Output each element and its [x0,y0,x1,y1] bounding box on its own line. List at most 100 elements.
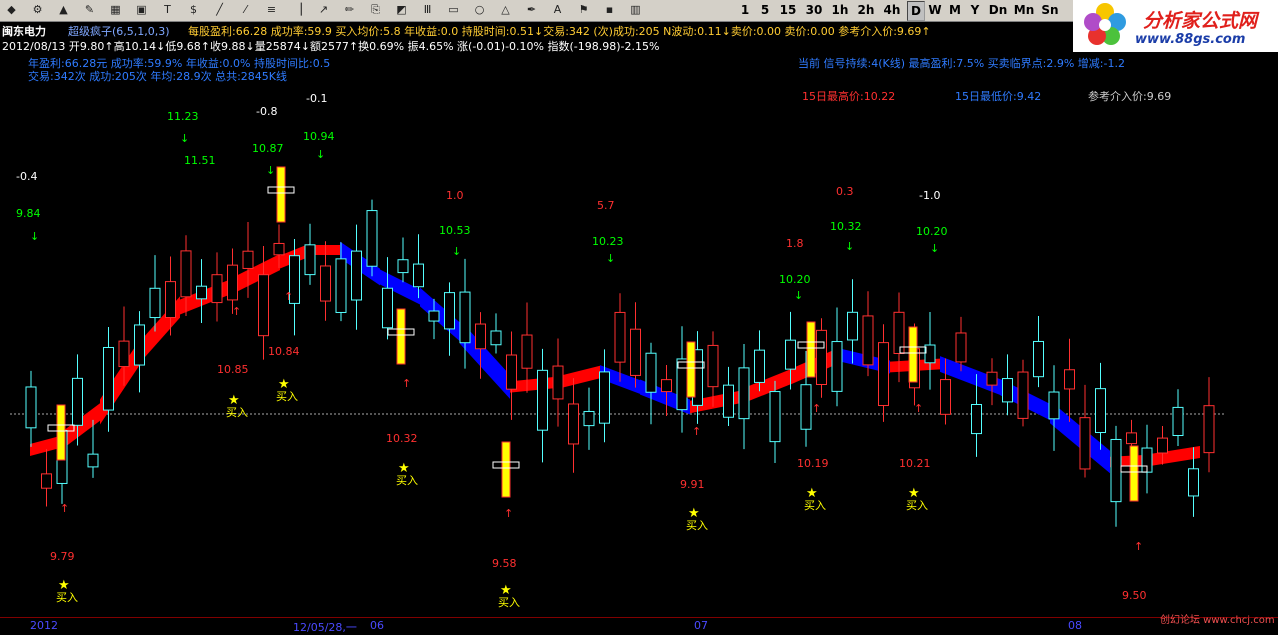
candle-body [754,349,765,383]
period-4h[interactable]: 4h [881,1,903,19]
ma-ribbon-segment [30,436,60,456]
candle-body [599,371,610,424]
bars-icon[interactable]: Ⅲ [419,2,436,18]
candle-body [41,473,52,489]
copy-icon[interactable]: ⎘ [367,2,384,18]
price-label: -0.8 [256,105,277,118]
pitchfork-icon[interactable]: ≡ [263,2,280,18]
palette-icon[interactable]: ◩ [393,2,410,18]
grid-icon[interactable]: ▦ [107,2,124,18]
candle-body [862,315,874,366]
candle-body [521,334,533,369]
price-label: 1.8 [786,237,804,250]
rect-icon[interactable]: ▭ [445,2,462,18]
candle-body [149,287,161,319]
candle-body [134,324,145,366]
candle-body [800,384,812,430]
candle-body [475,323,486,350]
buy-label: 买入 [498,596,520,609]
save-icon[interactable]: ▪ [601,2,618,18]
period-30[interactable]: 30 [803,1,825,19]
period-mn[interactable]: Mn [1013,1,1035,19]
ruler-icon[interactable]: ▕ [289,2,306,18]
ma-ribbon-segment [560,365,600,389]
candle-body [568,403,579,445]
candle-body [211,274,223,304]
period-1h[interactable]: 1h [829,1,851,19]
price-label: 10.32 [386,432,418,445]
candle-body [1157,437,1168,454]
candle-body [971,404,982,435]
price-label: 10.53 [439,224,471,237]
period-5[interactable]: 5 [757,1,773,19]
arrow-icon[interactable]: ↗ [315,2,332,18]
flag-icon[interactable]: ⚑ [575,2,592,18]
buy-label: 买入 [396,474,418,487]
candle-body [72,377,83,426]
candle-body [816,329,827,386]
up-arrow: ↑ [60,502,69,515]
axis-label: 08 [1068,619,1082,632]
period-y[interactable]: Y [967,1,983,19]
candle-body [87,453,99,468]
price-label: 10.94 [303,130,335,143]
candle-body [1002,378,1013,403]
candle-body [227,264,238,301]
period-1[interactable]: 1 [737,1,753,19]
image-icon[interactable]: ▣ [133,2,150,18]
buy-label: 买入 [804,499,826,512]
price-label: 1.0 [446,189,464,202]
candle-body [940,379,951,415]
down-arrow: ↓ [930,242,939,255]
candle-body [320,265,331,302]
axis-label: 06 [370,619,384,632]
candle-body [258,274,269,337]
candle-body [537,369,548,431]
text-tool-icon[interactable]: A [549,2,566,18]
price-label: 9.50 [1122,589,1147,602]
signal-bar [908,326,918,383]
period-d[interactable]: D [907,1,925,21]
forum-watermark: 创幻论坛 www.chcj.com [1160,615,1275,626]
triangle-icon[interactable]: △ [497,2,514,18]
candle-body [351,250,362,301]
candle-body [506,354,517,390]
line-icon[interactable]: ╱ [211,2,228,18]
stock-icon[interactable]: $ [185,2,202,18]
period-m[interactable]: M [947,1,963,19]
axis-label: 07 [694,619,708,632]
candle-body [583,410,595,427]
buy-label: 买入 [686,519,708,532]
candle-body [1079,417,1091,470]
candle-body [1064,369,1075,390]
candle-body [723,384,734,418]
period-2h[interactable]: 2h [855,1,877,19]
candle-body [103,346,114,411]
circle-icon[interactable]: ○ [471,2,488,18]
gear-icon[interactable]: ⚙ [29,2,46,18]
down-arrow: ↓ [266,164,275,177]
candle-body [180,250,192,298]
buy-label: 买入 [276,390,298,403]
price-label: -1.0 [919,189,940,202]
signal-bar [1129,445,1139,502]
period-dn[interactable]: Dn [987,1,1009,19]
period-15[interactable]: 15 [777,1,799,19]
price-label: 11.23 [167,110,199,123]
kline-chart[interactable]: 闽东电力 超级疯子(6,5,1,0,3) 每股盈利:66.28 成功率:59.9… [0,22,1278,632]
edit-icon[interactable]: ✎ [81,2,98,18]
pen-icon[interactable]: ✒ [523,2,540,18]
candle-body [831,341,843,392]
candle-body [552,365,564,400]
fan-icon[interactable]: ⁄ [237,2,254,18]
period-w[interactable]: W [927,1,943,19]
alert-icon[interactable]: ▲ [55,2,72,18]
candle-body [1203,405,1215,454]
period-sn[interactable]: Sn [1039,1,1061,19]
pencil-icon[interactable]: ✏ [341,2,358,18]
price-label: 10.84 [268,345,300,358]
chart-icon[interactable]: ▥ [627,2,644,18]
text-icon[interactable]: T [159,2,176,18]
logo-icon[interactable]: ◆ [3,2,20,18]
candle-body [196,285,207,300]
